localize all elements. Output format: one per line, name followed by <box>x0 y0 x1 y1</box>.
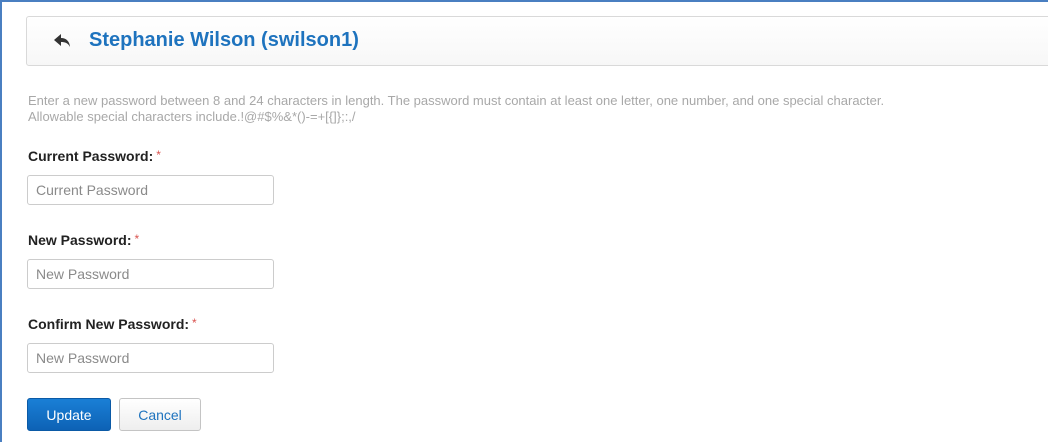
confirm-password-input[interactable] <box>27 343 274 373</box>
required-asterisk: * <box>134 232 140 246</box>
new-password-label-text: New Password: <box>28 232 132 248</box>
page-header: Stephanie Wilson (swilson1) <box>26 16 1048 66</box>
reply-arrow-icon[interactable] <box>53 32 73 50</box>
current-password-label-text: Current Password: <box>28 148 154 164</box>
current-password-label: Current Password: * <box>28 148 161 164</box>
instructions-line-1: Enter a new password between 8 and 24 ch… <box>28 93 885 108</box>
confirm-password-label: Confirm New Password: * <box>28 316 197 332</box>
update-button[interactable]: Update <box>27 398 111 431</box>
page-frame: Stephanie Wilson (swilson1) Enter a new … <box>0 0 1048 442</box>
current-password-input[interactable] <box>27 175 274 205</box>
password-instructions: Enter a new password between 8 and 24 ch… <box>28 93 1048 125</box>
required-asterisk: * <box>192 316 197 330</box>
cancel-button[interactable]: Cancel <box>119 398 201 431</box>
page-title: Stephanie Wilson (swilson1) <box>89 29 359 51</box>
new-password-label: New Password: * <box>28 232 139 248</box>
new-password-input[interactable] <box>27 259 274 289</box>
required-asterisk: * <box>156 148 161 162</box>
confirm-password-label-text: Confirm New Password: <box>28 316 190 332</box>
instructions-line-2: Allowable special characters include.!@#… <box>28 109 356 124</box>
